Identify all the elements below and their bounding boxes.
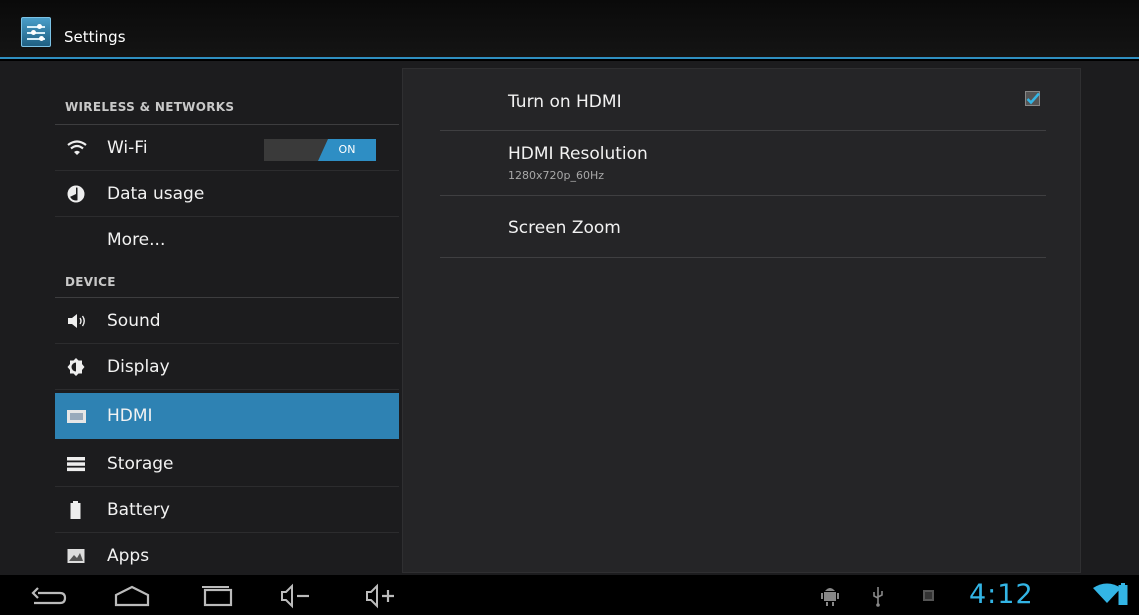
pref-title: HDMI Resolution (508, 144, 648, 164)
sidebar-item-apps[interactable]: Apps (55, 533, 399, 579)
sidebar-item-display[interactable]: Display (55, 344, 399, 390)
settings-main: WIRELESS & NETWORKS Wi-Fi ON Data usage (0, 61, 1139, 575)
sidebar-item-label: Wi-Fi (107, 138, 148, 158)
pref-title: Turn on HDMI (508, 92, 622, 112)
volume-up-icon[interactable] (364, 583, 404, 609)
sidebar-item-hdmi[interactable]: HDMI (55, 393, 399, 439)
sidebar-item-label: HDMI (107, 406, 153, 426)
battery-icon (70, 501, 81, 519)
section-header-device: DEVICE (65, 275, 116, 289)
pref-turn-on-hdmi[interactable]: Turn on HDMI (440, 69, 1046, 131)
sidebar-item-more[interactable]: More... (55, 217, 399, 263)
sidebar-item-storage[interactable]: Storage (55, 441, 399, 487)
back-icon[interactable] (28, 583, 68, 609)
section-header-wireless: WIRELESS & NETWORKS (65, 100, 235, 114)
notification-icon[interactable] (922, 589, 936, 603)
action-bar: Settings (0, 0, 1139, 59)
apps-icon (67, 549, 85, 563)
speaker-icon (68, 314, 85, 328)
pref-summary: 1280x720p_60Hz (508, 169, 605, 182)
sidebar-item-label: Data usage (107, 184, 205, 204)
data-usage-icon (67, 185, 85, 203)
sidebar-item-label: Apps (107, 546, 150, 566)
wifi-icon (67, 140, 87, 155)
home-icon[interactable] (112, 583, 152, 609)
sidebar-item-wifi[interactable]: Wi-Fi ON (55, 125, 399, 171)
wifi-toggle[interactable]: ON (264, 139, 376, 161)
sidebar-item-sound[interactable]: Sound (55, 298, 399, 344)
hdmi-checkbox-checked-icon[interactable] (1025, 91, 1041, 107)
settings-app-icon[interactable] (21, 17, 51, 47)
toggle-on-label: ON (318, 139, 376, 161)
brightness-icon (67, 358, 85, 376)
usb-icon[interactable] (871, 585, 885, 607)
status-clock[interactable]: 4:12 (969, 579, 1034, 610)
recent-apps-icon[interactable] (197, 583, 237, 609)
storage-icon (67, 457, 85, 472)
wifi-signal-icon (1093, 583, 1121, 603)
pref-hdmi-resolution[interactable]: HDMI Resolution 1280x720p_60Hz (440, 131, 1046, 196)
settings-sidebar: WIRELESS & NETWORKS Wi-Fi ON Data usage (55, 61, 399, 575)
sidebar-item-label: Battery (107, 500, 170, 520)
sidebar-item-battery[interactable]: Battery (55, 487, 399, 533)
system-nav-bar: 4:12 (0, 575, 1139, 615)
hdmi-settings-panel: Turn on HDMI HDMI Resolution 1280x720p_6… (402, 68, 1081, 573)
android-debug-icon[interactable] (821, 585, 839, 607)
sidebar-item-label: More... (107, 230, 166, 250)
volume-down-icon[interactable] (279, 583, 319, 609)
battery-status-icon (1118, 583, 1128, 605)
sidebar-item-label: Sound (107, 311, 161, 331)
sidebar-item-label: Storage (107, 454, 174, 474)
app-title: Settings (64, 28, 126, 46)
sidebar-item-data-usage[interactable]: Data usage (55, 171, 399, 217)
sidebar-item-label: Display (107, 357, 170, 377)
pref-title: Screen Zoom (508, 218, 621, 238)
hdmi-icon (67, 410, 86, 423)
pref-screen-zoom[interactable]: Screen Zoom (440, 196, 1046, 258)
